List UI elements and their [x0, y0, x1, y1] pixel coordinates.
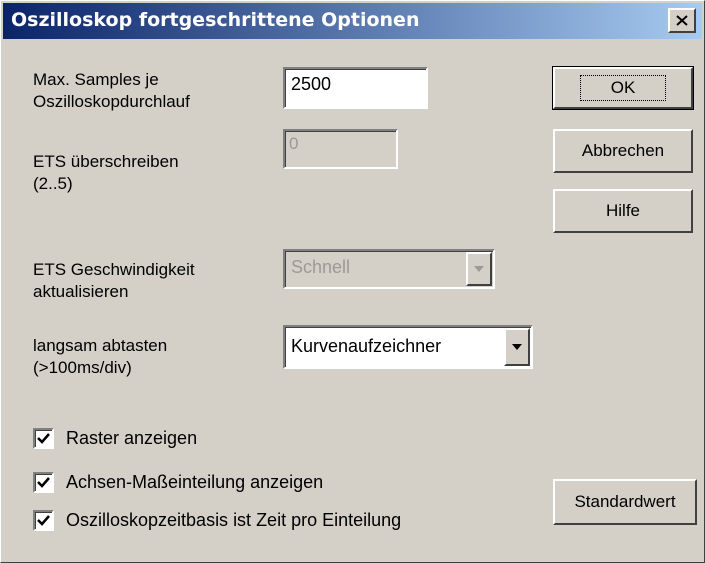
slow-scan-selected: Kurvenaufzeichner [291, 336, 442, 356]
close-icon [676, 15, 688, 26]
checkmark-icon [37, 477, 50, 488]
advanced-options-dialog: Oszilloskop fortgeschrittene Optionen Ma… [0, 0, 705, 563]
checkbox-timebase-per-division[interactable]: Oszilloskopzeitbasis ist Zeit pro Eintei… [33, 510, 401, 531]
close-button[interactable] [668, 8, 696, 33]
ets-speed-dropdown-button[interactable] [466, 252, 492, 286]
checkbox-show-grid[interactable]: Raster anzeigen [33, 428, 197, 449]
help-button[interactable]: Hilfe [553, 189, 693, 233]
max-samples-input[interactable]: 2500 [283, 67, 428, 109]
checkbox[interactable] [33, 428, 54, 449]
chevron-down-icon [512, 344, 522, 350]
ets-speed-selected: Schnell [291, 257, 351, 277]
checkbox-label: Raster anzeigen [66, 428, 198, 448]
ets-override-input[interactable]: 0 [283, 129, 398, 169]
checkbox-label: Oszilloskopzeitbasis ist Zeit pro Eintei… [66, 510, 402, 530]
slow-scan-dropdown-button[interactable] [504, 328, 530, 366]
slow-scan-dropdown[interactable]: Kurvenaufzeichner [283, 325, 533, 369]
ets-speed-dropdown[interactable]: Schnell [283, 249, 495, 289]
ets-speed-label: ETS Geschwindigkeit aktualisieren [33, 260, 195, 301]
checkmark-icon [37, 433, 50, 444]
default-button[interactable]: Standardwert [553, 479, 697, 525]
checkbox-show-axis-scale[interactable]: Achsen-Maßeinteilung anzeigen [33, 472, 323, 493]
checkbox[interactable] [33, 472, 54, 493]
ets-override-label: ETS überschreiben (2..5) [33, 152, 179, 193]
checkbox-label: Achsen-Maßeinteilung anzeigen [66, 472, 324, 492]
cancel-button[interactable]: Abbrechen [553, 129, 693, 173]
checkmark-icon [37, 515, 50, 526]
max-samples-label: Max. Samples je Oszilloskopdurchlauf [33, 70, 190, 111]
chevron-down-icon [474, 266, 484, 272]
title-bar: Oszilloskop fortgeschrittene Optionen [3, 3, 702, 39]
ok-button[interactable]: OK [552, 66, 694, 110]
checkbox[interactable] [33, 510, 54, 531]
slow-scan-label: langsam abtasten (>100ms/div) [33, 336, 168, 377]
window-title: Oszilloskop fortgeschrittene Optionen [11, 9, 420, 31]
